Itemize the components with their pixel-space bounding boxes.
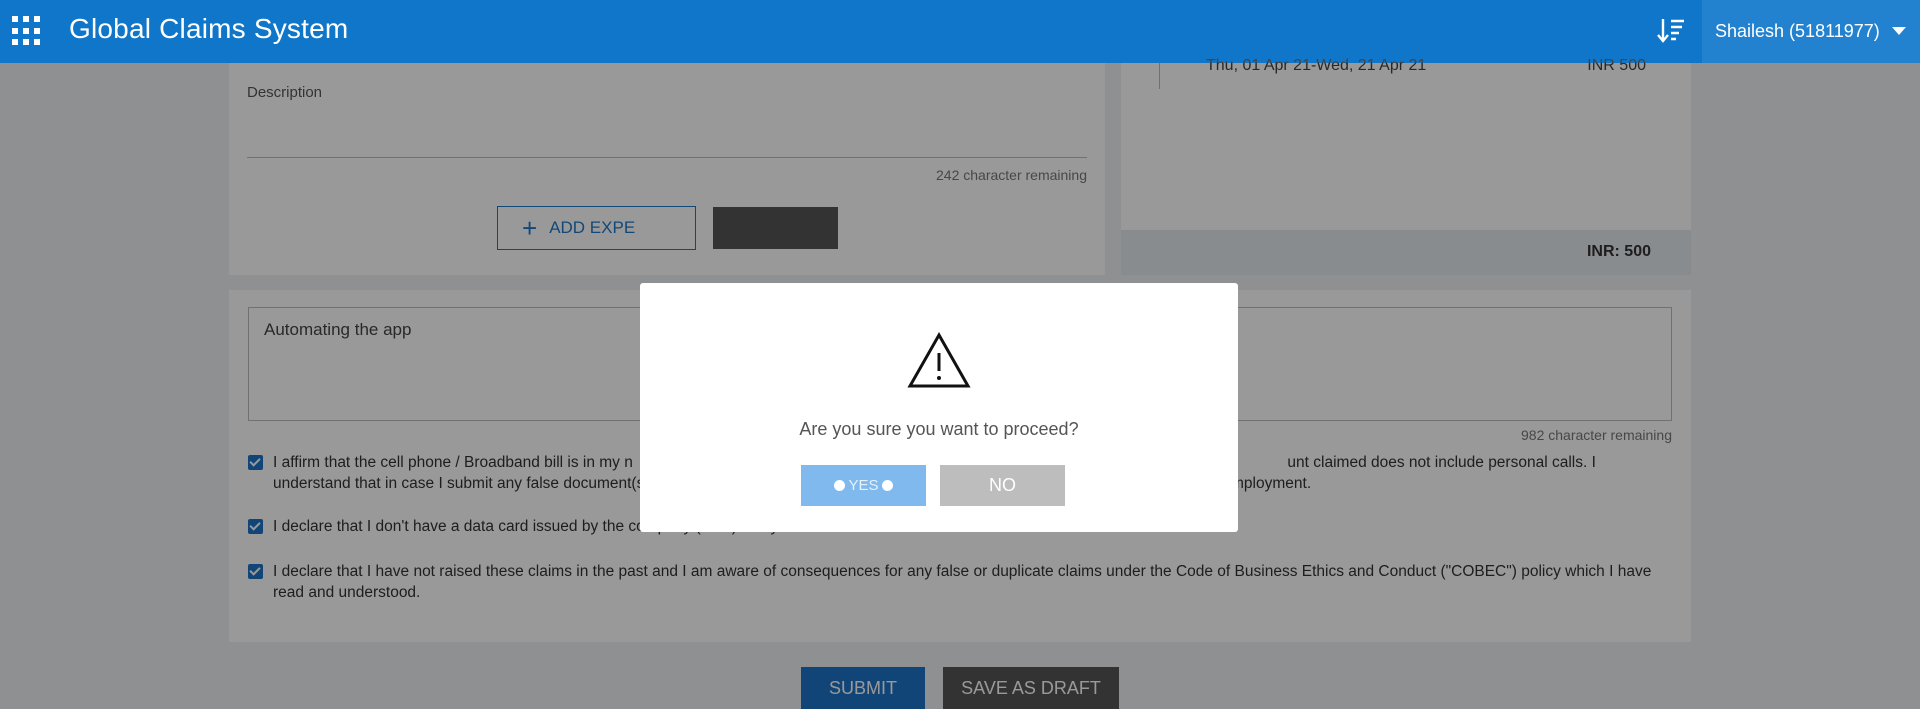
loading-dot-icon: [881, 480, 893, 491]
caret-down-icon: [1892, 27, 1906, 35]
app-title: Global Claims System: [69, 13, 349, 44]
confirm-message: Are you sure you want to proceed?: [799, 419, 1079, 439]
apps-grid-icon[interactable]: [12, 16, 42, 46]
sort-list-icon[interactable]: [1656, 16, 1686, 46]
yes-button[interactable]: YES: [801, 465, 926, 506]
yes-label: YES: [848, 477, 879, 494]
top-bar: Global Claims System Shailesh (51811977): [0, 0, 1920, 63]
confirm-dialog: Are you sure you want to proceed? YES NO: [640, 283, 1238, 532]
loading-dot-icon: [834, 480, 846, 491]
user-name: Shailesh (51811977): [1715, 21, 1880, 41]
user-menu[interactable]: Shailesh (51811977): [1702, 0, 1920, 63]
modal-overlay: Are you sure you want to proceed? YES NO: [0, 63, 1920, 709]
warning-icon: [907, 331, 971, 388]
no-button[interactable]: NO: [940, 465, 1065, 506]
